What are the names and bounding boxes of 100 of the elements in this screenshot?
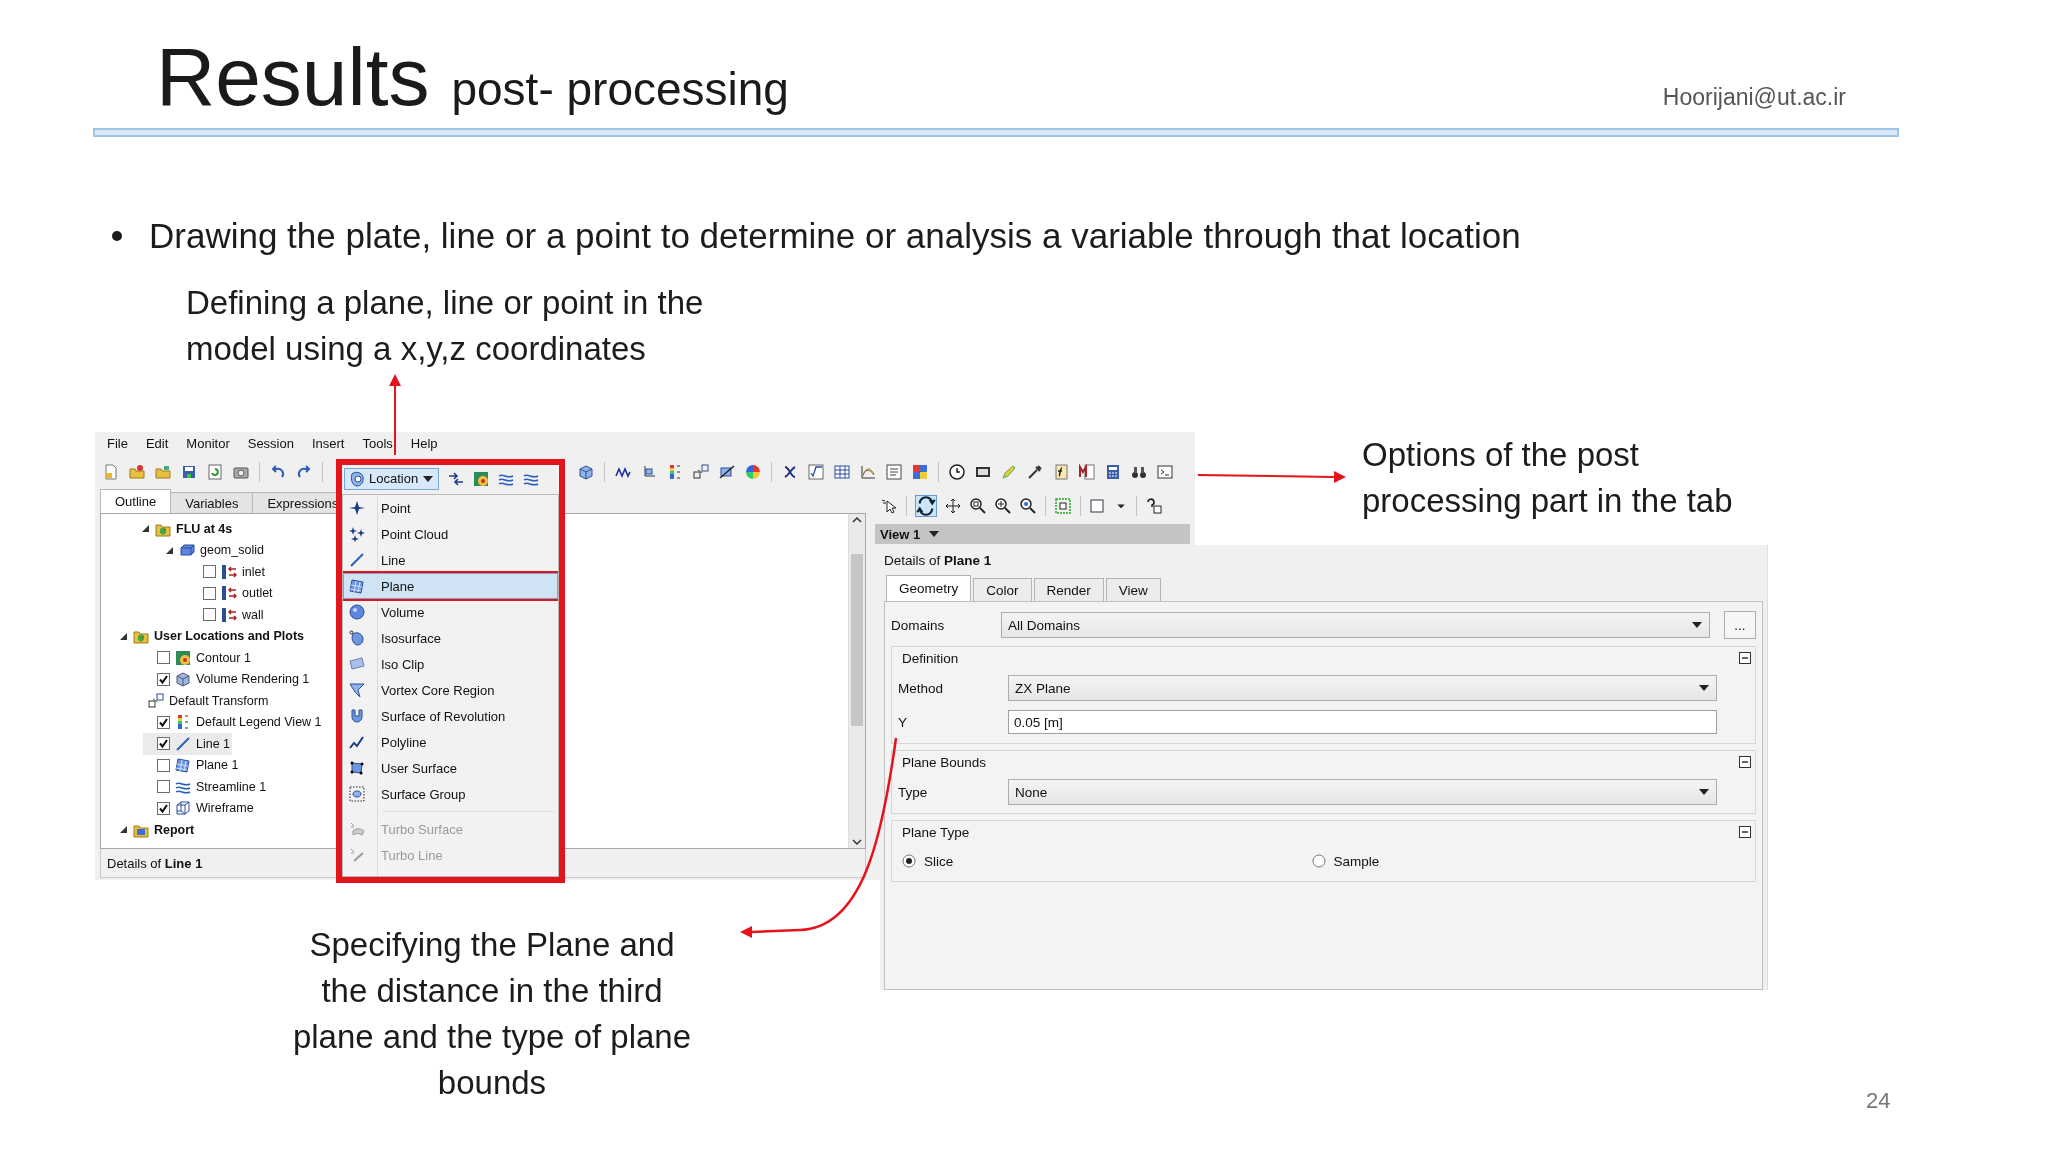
checkbox[interactable] [203, 608, 216, 622]
tree-item[interactable]: wall [189, 604, 266, 626]
calculator-icon[interactable] [1105, 464, 1121, 480]
film-icon[interactable] [975, 464, 991, 480]
menu-item[interactable]: Insert [302, 434, 354, 454]
scrollbar-thumb[interactable] [851, 554, 863, 726]
tree-toggle-icon[interactable] [165, 545, 174, 555]
tree-item[interactable]: Volume Rendering 1 [143, 668, 312, 690]
menu-item[interactable]: Surface of Revolution [343, 703, 558, 729]
menu-item[interactable]: Session [238, 434, 303, 454]
tree-item[interactable]: Default Legend View 1 [143, 711, 324, 733]
dropdown[interactable]: All Domains [1001, 612, 1710, 638]
tree-item[interactable]: outlet [189, 582, 275, 604]
tree-item[interactable]: Streamline 1 [143, 776, 269, 798]
menu-item[interactable]: Isosurface [343, 625, 558, 651]
redo-icon[interactable] [296, 464, 312, 480]
menu-item[interactable]: Surface Group [343, 781, 558, 807]
checkbox[interactable] [157, 715, 170, 729]
menu-item[interactable]: User Surface [343, 755, 558, 781]
checkbox[interactable] [157, 780, 170, 794]
scrollbar[interactable] [848, 514, 865, 848]
open-file-icon[interactable] [129, 464, 145, 480]
checkbox[interactable] [157, 737, 170, 751]
pointer-icon[interactable] [881, 498, 897, 514]
menu-item[interactable]: Tools [353, 434, 402, 454]
menu-item[interactable]: File [98, 434, 137, 454]
legend-icon[interactable] [667, 464, 683, 480]
collapse-icon[interactable] [1739, 826, 1751, 838]
zoom-in-icon[interactable] [995, 498, 1011, 514]
help-icon[interactable] [1146, 498, 1162, 514]
tree-item[interactable]: geom_solid [165, 539, 266, 561]
checkbox[interactable] [157, 801, 170, 815]
color-wheel-icon[interactable] [745, 464, 761, 480]
tree-item[interactable]: inlet [189, 561, 267, 583]
menu-item[interactable]: Monitor [177, 434, 239, 454]
view-selector[interactable]: View 1 [875, 524, 1190, 544]
checkbox[interactable] [203, 586, 216, 600]
collapse-icon[interactable] [1739, 756, 1751, 768]
frame-icon[interactable] [1055, 498, 1071, 514]
tree-item[interactable]: Default Transform [143, 690, 271, 712]
tree-item[interactable]: FLU at 4s [141, 518, 235, 540]
menu-item[interactable]: Help [401, 434, 447, 454]
console-icon[interactable] [1157, 464, 1173, 480]
chart-icon[interactable] [860, 464, 876, 480]
tree-item[interactable]: Contour 1 [143, 647, 253, 669]
checkbox[interactable] [157, 651, 170, 665]
radio-option[interactable]: Slice [898, 853, 1308, 869]
tab[interactable]: Outline [100, 489, 172, 513]
move-icon[interactable] [945, 498, 961, 514]
table-icon[interactable] [834, 464, 850, 480]
folder-icon[interactable] [155, 464, 171, 480]
tab[interactable]: View [1105, 578, 1161, 601]
new-file-icon[interactable] [103, 464, 119, 480]
tree-item[interactable]: Line 1 [143, 733, 233, 755]
document-icon[interactable] [1079, 464, 1095, 480]
cross-curve-icon[interactable] [782, 464, 798, 480]
zoom-fit-icon[interactable] [1020, 498, 1036, 514]
radio-option[interactable]: Sample [1307, 853, 1717, 869]
square-icon[interactable] [1090, 498, 1106, 514]
tab[interactable]: Render [1033, 578, 1104, 601]
menu-item[interactable]: Point Cloud [343, 521, 558, 547]
tree-toggle-icon[interactable] [119, 631, 128, 641]
binoculars-icon[interactable] [1131, 464, 1147, 480]
arrows-icon[interactable] [448, 470, 465, 487]
transform-icon[interactable] [693, 464, 709, 480]
menu-item[interactable]: Vortex Core Region [343, 677, 558, 703]
cube-icon[interactable] [578, 464, 594, 480]
tab[interactable]: Variables [170, 492, 254, 513]
dropdown[interactable]: ZX Plane [1008, 675, 1717, 701]
tab[interactable]: Geometry [886, 575, 972, 601]
text-box-icon[interactable] [886, 464, 902, 480]
menu-item[interactable]: Edit [136, 434, 178, 454]
axis-icon[interactable] [641, 464, 657, 480]
tab[interactable]: Color [973, 578, 1032, 601]
checkbox[interactable] [157, 758, 170, 772]
ellipsis-button[interactable]: ... [1724, 611, 1756, 639]
save-icon[interactable] [181, 464, 197, 480]
rotate-icon[interactable] [916, 496, 936, 516]
menu-item[interactable]: Volume [343, 599, 558, 625]
tree-item[interactable]: Wireframe [143, 797, 256, 819]
tree-item[interactable]: User Locations and Plots [119, 625, 307, 647]
menu-item[interactable]: Plane [343, 573, 558, 599]
formula-icon[interactable] [808, 464, 824, 480]
tree-item[interactable]: Report [119, 819, 197, 841]
dropper-icon[interactable] [1027, 464, 1043, 480]
menu-item[interactable]: Iso Clip [343, 651, 558, 677]
refresh-icon[interactable] [207, 464, 223, 480]
tree-toggle-icon[interactable] [119, 825, 128, 835]
checkbox[interactable] [157, 672, 170, 686]
input-field[interactable]: 0.05 [m] [1008, 710, 1717, 734]
tree-item[interactable]: Plane 1 [143, 754, 241, 776]
tree-toggle-icon[interactable] [141, 524, 150, 534]
radio-icon[interactable] [902, 854, 916, 868]
clip-icon[interactable] [719, 464, 735, 480]
camera-icon[interactable] [233, 464, 249, 480]
collapse-icon[interactable] [1739, 652, 1751, 664]
menu-item[interactable]: Line [343, 547, 558, 573]
contour-icon[interactable] [473, 470, 490, 487]
location-button[interactable]: Location [344, 467, 440, 490]
function-icon[interactable] [1053, 464, 1069, 480]
